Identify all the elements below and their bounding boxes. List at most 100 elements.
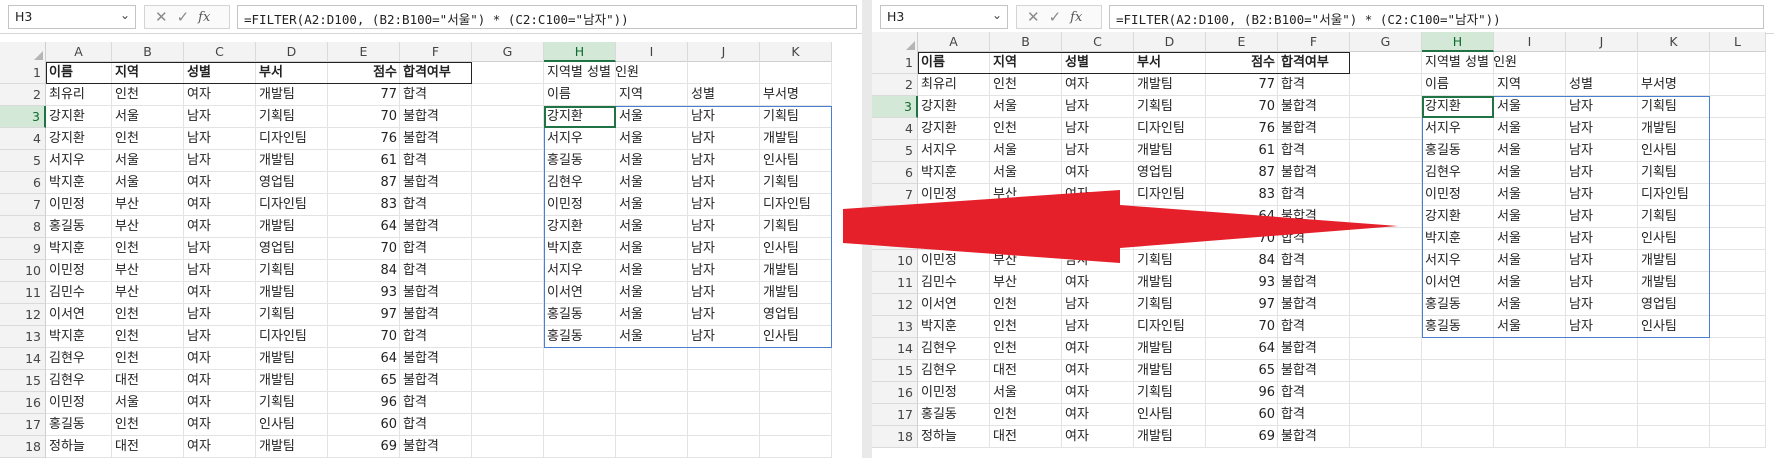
data-cell[interactable]: 합격: [400, 84, 472, 106]
spill-cell[interactable]: 남자: [1566, 206, 1638, 228]
spill-cell[interactable]: 김현우: [544, 172, 616, 194]
grid-cell[interactable]: [1350, 294, 1422, 316]
grid-cell[interactable]: [472, 348, 544, 370]
result-header-cell[interactable]: 부서명: [1638, 74, 1710, 96]
data-cell[interactable]: 불합격: [400, 348, 472, 370]
column-header-f[interactable]: F: [400, 42, 472, 62]
grid-cell[interactable]: [1566, 404, 1638, 426]
data-cell[interactable]: 여자: [184, 216, 256, 238]
data-cell[interactable]: 부산: [112, 216, 184, 238]
grid-cell[interactable]: [616, 370, 688, 392]
column-header-b[interactable]: B: [112, 42, 184, 62]
row-header-10[interactable]: 10: [872, 250, 918, 272]
grid-cell[interactable]: [1710, 250, 1766, 272]
data-cell[interactable]: 서울: [112, 392, 184, 414]
data-cell[interactable]: 정하늘: [46, 436, 112, 458]
grid-cell[interactable]: [472, 150, 544, 172]
row-header-2[interactable]: 2: [0, 84, 46, 106]
data-cell[interactable]: 김민수: [918, 272, 990, 294]
spill-cell[interactable]: 박지훈: [1422, 228, 1494, 250]
column-header-f[interactable]: F: [1278, 32, 1350, 52]
grid-cell[interactable]: [1494, 404, 1566, 426]
grid-cell[interactable]: [544, 370, 616, 392]
data-cell[interactable]: 최유리: [918, 74, 990, 96]
spill-cell[interactable]: 이서연: [1422, 272, 1494, 294]
spill-cell[interactable]: 남자: [1566, 228, 1638, 250]
data-cell[interactable]: 인천: [990, 338, 1062, 360]
column-header-e[interactable]: E: [1206, 32, 1278, 52]
data-cell[interactable]: 부산: [990, 206, 1062, 228]
data-cell[interactable]: 인천: [112, 304, 184, 326]
grid-cell[interactable]: [1710, 294, 1766, 316]
spill-cell[interactable]: 서울: [616, 194, 688, 216]
data-cell[interactable]: 65: [328, 370, 400, 392]
table-header-cell[interactable]: 성별: [1062, 52, 1134, 74]
name-box[interactable]: H3 ⌄: [8, 5, 136, 29]
data-cell[interactable]: 부산: [112, 260, 184, 282]
data-cell[interactable]: 인사팀: [256, 414, 328, 436]
row-header-7[interactable]: 7: [0, 194, 46, 216]
data-cell[interactable]: 인천: [112, 326, 184, 348]
spill-cell[interactable]: 디자인팀: [1638, 184, 1710, 206]
data-cell[interactable]: 64: [328, 348, 400, 370]
data-cell[interactable]: 합격: [400, 392, 472, 414]
grid-cell[interactable]: [1350, 338, 1422, 360]
grid-cell[interactable]: [1638, 52, 1710, 74]
grid-cell[interactable]: [1710, 426, 1766, 448]
data-cell[interactable]: 박지훈: [918, 162, 990, 184]
data-cell[interactable]: 남자: [184, 128, 256, 150]
data-cell[interactable]: 97: [328, 304, 400, 326]
row-header-13[interactable]: 13: [872, 316, 918, 338]
spill-cell[interactable]: 서울: [616, 326, 688, 348]
data-cell[interactable]: 여자: [1062, 338, 1134, 360]
column-header-h[interactable]: H: [1422, 32, 1494, 52]
grid-cell[interactable]: [544, 392, 616, 414]
data-cell[interactable]: 강지환: [46, 128, 112, 150]
data-cell[interactable]: 불합격: [1278, 294, 1350, 316]
data-cell[interactable]: 개발팀: [256, 84, 328, 106]
grid-cell[interactable]: [472, 194, 544, 216]
data-cell[interactable]: 합격: [400, 194, 472, 216]
enter-icon[interactable]: ✓: [1049, 8, 1062, 26]
grid-cell[interactable]: [760, 414, 832, 436]
grid-cell[interactable]: [1350, 74, 1422, 96]
spill-cell[interactable]: 서울: [616, 282, 688, 304]
column-header-j[interactable]: J: [1566, 32, 1638, 52]
row-header-6[interactable]: 6: [872, 162, 918, 184]
fx-icon[interactable]: fx: [1070, 10, 1082, 25]
grid-cell[interactable]: [1350, 206, 1422, 228]
spill-cell[interactable]: 인사팀: [1638, 316, 1710, 338]
spill-cell[interactable]: 서울: [1494, 140, 1566, 162]
data-cell[interactable]: 영업팀: [1134, 162, 1206, 184]
grid-cell[interactable]: [1350, 228, 1422, 250]
grid-cell[interactable]: [1710, 272, 1766, 294]
spill-cell[interactable]: 남자: [1566, 316, 1638, 338]
data-cell[interactable]: 여자: [1062, 360, 1134, 382]
data-cell[interactable]: 여자: [1062, 74, 1134, 96]
row-header-12[interactable]: 12: [0, 304, 46, 326]
spill-cell[interactable]: 서울: [616, 106, 688, 128]
spill-cell[interactable]: 남자: [688, 150, 760, 172]
grid-cell[interactable]: [688, 348, 760, 370]
grid-cell[interactable]: [1566, 382, 1638, 404]
grid-cell[interactable]: [1350, 360, 1422, 382]
data-cell[interactable]: 77: [328, 84, 400, 106]
data-cell[interactable]: 64: [1206, 206, 1278, 228]
cancel-icon[interactable]: ✕: [1027, 8, 1040, 26]
grid-cell[interactable]: [1710, 206, 1766, 228]
spill-cell[interactable]: 인사팀: [760, 326, 832, 348]
data-cell[interactable]: 70: [328, 238, 400, 260]
data-cell[interactable]: 불합격: [1278, 426, 1350, 448]
grid-cell[interactable]: [1710, 118, 1766, 140]
result-title[interactable]: 지역별 성별 인원: [544, 62, 639, 84]
data-cell[interactable]: 서울: [112, 150, 184, 172]
data-cell[interactable]: 개발팀: [1134, 360, 1206, 382]
data-cell[interactable]: 정하늘: [918, 426, 990, 448]
row-header-16[interactable]: 16: [872, 382, 918, 404]
row-header-5[interactable]: 5: [872, 140, 918, 162]
grid-cell[interactable]: [1710, 316, 1766, 338]
row-header-8[interactable]: 8: [872, 206, 918, 228]
data-cell[interactable]: 불합격: [400, 128, 472, 150]
spill-cell[interactable]: 남자: [1566, 140, 1638, 162]
data-cell[interactable]: 여자: [184, 370, 256, 392]
